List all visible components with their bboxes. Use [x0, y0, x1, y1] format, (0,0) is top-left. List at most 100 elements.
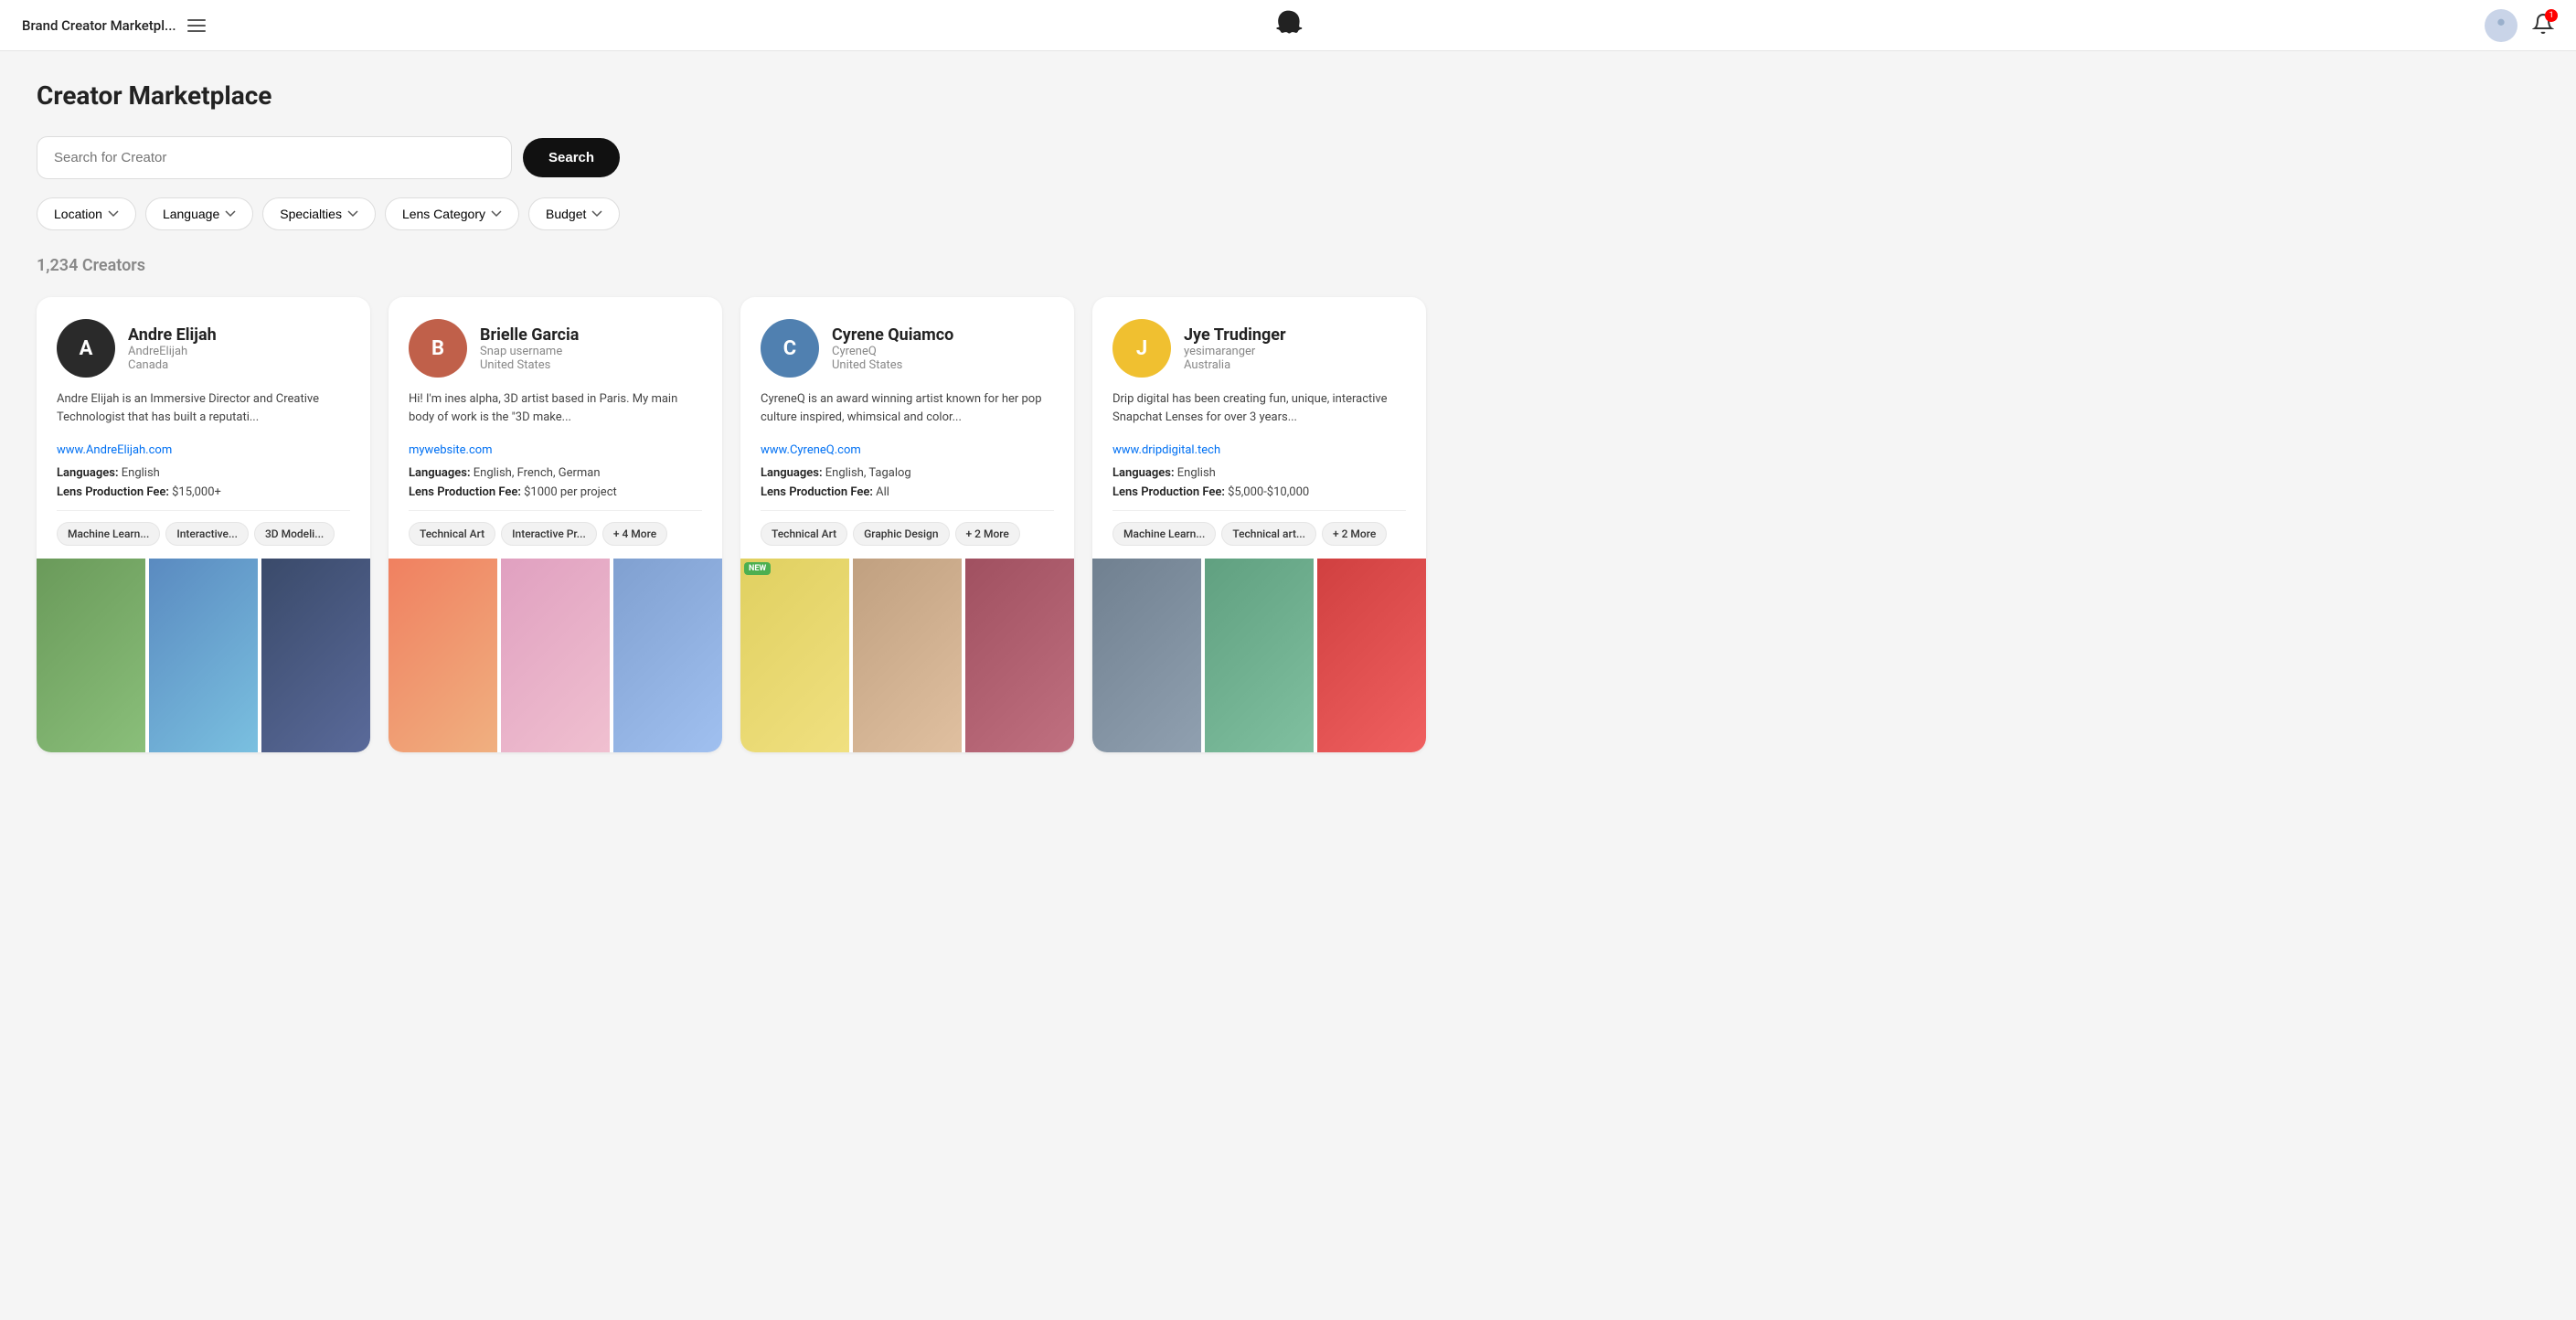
creator-country: United States [832, 358, 953, 372]
creator-tag: Technical Art [761, 522, 847, 546]
creator-fee: Lens Production Fee: $5,000-$10,000 [1112, 485, 1406, 499]
creator-bio: Andre Elijah is an Immersive Director an… [57, 390, 350, 434]
creator-link[interactable]: mywebsite.com [409, 443, 702, 457]
creator-fee: Lens Production Fee: $15,000+ [57, 485, 350, 499]
creator-thumbnail[interactable] [965, 559, 1074, 752]
creator-country: Canada [128, 358, 217, 372]
creator-tag: Technical Art [409, 522, 495, 546]
creator-avatar: C [761, 319, 819, 378]
nav-center [1272, 7, 1304, 44]
creator-tag: 3D Modeli... [254, 522, 335, 546]
creator-thumbnails [1092, 559, 1426, 752]
creator-bio: Hi! I'm ines alpha, 3D artist based in P… [409, 390, 702, 434]
creator-card[interactable]: A Andre Elijah AndreElijah Canada Andre … [37, 297, 370, 752]
creator-thumbnail[interactable] [501, 559, 610, 752]
creator-tags: Technical ArtInteractive Pr...+ 4 More [409, 522, 702, 546]
page-title: Creator Marketplace [37, 80, 1426, 111]
creator-name: Cyrene Quiamco [832, 325, 953, 345]
creator-thumbnails [37, 559, 370, 752]
creator-tag: Graphic Design [853, 522, 949, 546]
chevron-down-icon [591, 208, 602, 219]
creator-link[interactable]: www.CyreneQ.com [761, 443, 1054, 457]
creator-thumbnail[interactable] [37, 559, 145, 752]
creator-thumbnail[interactable] [853, 559, 962, 752]
creator-link[interactable]: www.dripdigital.tech [1112, 443, 1406, 457]
nav-left: Brand Creator Marketpl... [22, 17, 206, 34]
creator-thumbnail[interactable] [613, 559, 722, 752]
chevron-down-icon [347, 208, 358, 219]
card-info: Andre Elijah AndreElijah Canada [128, 325, 217, 372]
creator-name: Brielle Garcia [480, 325, 579, 345]
creator-card[interactable]: C Cyrene Quiamco CyreneQ United States C… [740, 297, 1074, 752]
creator-tag: + 2 More [955, 522, 1020, 546]
creator-country: Australia [1184, 358, 1286, 372]
avatar[interactable] [2485, 9, 2517, 42]
chevron-down-icon [108, 208, 119, 219]
creator-tag: Interactive... [165, 522, 249, 546]
creator-thumbnail[interactable] [261, 559, 370, 752]
creator-tags: Machine Learn...Technical art...+ 2 More [1112, 522, 1406, 546]
creator-card[interactable]: B Brielle Garcia Snap username United St… [389, 297, 722, 752]
nav-right: 1 [2485, 9, 2554, 42]
card-header: A Andre Elijah AndreElijah Canada [57, 319, 350, 378]
creator-thumbnail[interactable] [389, 559, 497, 752]
creator-country: United States [480, 358, 579, 372]
creator-tag: Machine Learn... [57, 522, 160, 546]
creator-tags: Machine Learn...Interactive...3D Modeli.… [57, 522, 350, 546]
creator-tag: + 4 More [602, 522, 667, 546]
creator-avatar: A [57, 319, 115, 378]
card-header: B Brielle Garcia Snap username United St… [409, 319, 702, 378]
creator-languages: Languages: English, French, German [409, 466, 702, 480]
filter-location[interactable]: Location [37, 197, 136, 230]
creator-fee: Lens Production Fee: $1000 per project [409, 485, 702, 499]
creator-username: yesimaranger [1184, 345, 1286, 358]
creator-tags: Technical ArtGraphic Design+ 2 More [761, 522, 1054, 546]
snapchat-logo [1272, 7, 1304, 40]
creator-bio: Drip digital has been creating fun, uniq… [1112, 390, 1406, 434]
creator-card[interactable]: J Jye Trudinger yesimaranger Australia D… [1092, 297, 1426, 752]
search-input-wrap [37, 136, 512, 179]
creator-username: AndreElijah [128, 345, 217, 358]
notification-button[interactable]: 1 [2532, 13, 2554, 38]
search-input[interactable] [37, 136, 512, 179]
creator-languages: Languages: English [57, 466, 350, 480]
filter-lens-category[interactable]: Lens Category [385, 197, 519, 230]
creator-thumbnails [389, 559, 722, 752]
search-button[interactable]: Search [523, 138, 620, 177]
creator-fee: Lens Production Fee: All [761, 485, 1054, 499]
creator-link[interactable]: www.AndreElijah.com [57, 443, 350, 457]
card-info: Jye Trudinger yesimaranger Australia [1184, 325, 1286, 372]
creator-languages: Languages: English, Tagalog [761, 466, 1054, 480]
creator-tag: Interactive Pr... [501, 522, 597, 546]
creator-username: CyreneQ [832, 345, 953, 358]
filter-budget[interactable]: Budget [528, 197, 620, 230]
creator-thumbnail[interactable] [1205, 559, 1314, 752]
nav-title: Brand Creator Marketpl... [22, 17, 176, 34]
results-count: 1,234 Creators [37, 256, 1426, 275]
creator-avatar: J [1112, 319, 1171, 378]
card-info: Cyrene Quiamco CyreneQ United States [832, 325, 953, 372]
creator-tag: + 2 More [1322, 522, 1387, 546]
notification-badge: 1 [2545, 9, 2558, 22]
creator-languages: Languages: English [1112, 466, 1406, 480]
chevron-down-icon [491, 208, 502, 219]
card-header: C Cyrene Quiamco CyreneQ United States [761, 319, 1054, 378]
creator-thumbnail[interactable] [149, 559, 258, 752]
creator-bio: CyreneQ is an award winning artist known… [761, 390, 1054, 434]
creator-grid: A Andre Elijah AndreElijah Canada Andre … [37, 297, 1426, 752]
card-header: J Jye Trudinger yesimaranger Australia [1112, 319, 1406, 378]
search-row: Search [37, 136, 1426, 179]
creator-avatar: B [409, 319, 467, 378]
hamburger-icon[interactable] [187, 19, 206, 32]
creator-thumbnail[interactable] [1317, 559, 1426, 752]
main-content: Creator Marketplace Search Location Lang… [0, 51, 1463, 782]
creator-thumbnail[interactable] [1092, 559, 1201, 752]
filter-specialties[interactable]: Specialties [262, 197, 376, 230]
creator-thumbnail[interactable]: NEW [740, 559, 849, 752]
creator-thumbnails: NEW [740, 559, 1074, 752]
creator-tag: Machine Learn... [1112, 522, 1216, 546]
filter-language[interactable]: Language [145, 197, 253, 230]
filter-row: Location Language Specialties Lens Categ… [37, 197, 1426, 230]
creator-username: Snap username [480, 345, 579, 358]
card-info: Brielle Garcia Snap username United Stat… [480, 325, 579, 372]
